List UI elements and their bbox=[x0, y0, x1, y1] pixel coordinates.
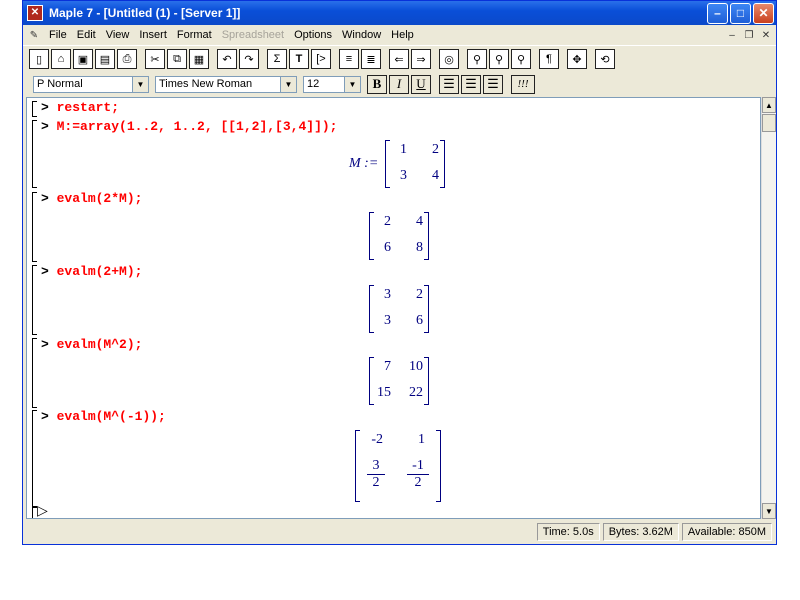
menu-insert[interactable]: Insert bbox=[134, 29, 172, 41]
menu-edit[interactable]: Edit bbox=[72, 29, 101, 41]
size-value: 12 bbox=[307, 78, 320, 90]
print-icon[interactable]: ⎙ bbox=[117, 49, 137, 69]
output-matrix: 1 2 3 4 bbox=[385, 140, 445, 188]
menu-window[interactable]: Window bbox=[337, 29, 386, 41]
doc-close-icon[interactable]: ✕ bbox=[759, 28, 773, 42]
font-value: Times New Roman bbox=[159, 78, 253, 90]
document-icon[interactable]: ✎ bbox=[27, 28, 41, 42]
output-matrix: -2 1 3 2 -1 2 bbox=[355, 430, 441, 502]
redo-icon[interactable]: ↷ bbox=[239, 49, 259, 69]
status-bytes: Bytes: 3.62M bbox=[602, 523, 679, 541]
group-bracket[interactable] bbox=[32, 338, 37, 408]
status-available: Available: 850M bbox=[681, 523, 772, 541]
indent-icon[interactable]: ≡ bbox=[339, 49, 359, 69]
menu-bar: ✎ File Edit View Insert Format Spreadshe… bbox=[23, 25, 776, 45]
input-line[interactable]: > restart; bbox=[41, 100, 119, 115]
status-time: Time: 5.0s bbox=[536, 523, 600, 541]
forward-icon[interactable]: ⇒ bbox=[411, 49, 431, 69]
exclaim-button[interactable]: !!! bbox=[511, 74, 535, 94]
output-matrix: 7 10 15 22 bbox=[369, 357, 429, 405]
bold-button[interactable]: B bbox=[367, 74, 387, 94]
text-cursor-icon: ▷ bbox=[37, 502, 48, 518]
status-bar: Time: 5.0s Bytes: 3.62M Available: 850M bbox=[23, 521, 776, 543]
menu-file[interactable]: File bbox=[44, 29, 72, 41]
close-button[interactable]: ✕ bbox=[753, 2, 774, 24]
size-select[interactable]: 12 ▼ bbox=[303, 75, 361, 93]
back-icon[interactable]: ⇐ bbox=[389, 49, 409, 69]
align-right-icon[interactable]: ☰ bbox=[483, 74, 503, 94]
group-bracket[interactable] bbox=[32, 120, 37, 188]
maple-logo-icon: ✕ bbox=[27, 5, 43, 21]
menu-format[interactable]: Format bbox=[172, 29, 217, 41]
pilcrow-icon[interactable]: ¶ bbox=[539, 49, 559, 69]
align-left-icon[interactable]: ☰ bbox=[439, 74, 459, 94]
group-bracket[interactable] bbox=[32, 192, 37, 262]
save-icon[interactable]: ▤ bbox=[95, 49, 115, 69]
outdent-icon[interactable]: ≣ bbox=[361, 49, 381, 69]
zoom-large-icon[interactable]: ⚲ bbox=[511, 49, 531, 69]
output-matrix: 3 2 3 6 bbox=[369, 285, 429, 333]
chevron-down-icon[interactable]: ▼ bbox=[280, 76, 296, 92]
text-icon[interactable]: T bbox=[289, 49, 309, 69]
input-line[interactable]: > M:=array(1..2, 1..2, [[1,2],[3,4]]); bbox=[41, 119, 337, 134]
input-line[interactable]: > evalm(2*M); bbox=[41, 191, 142, 206]
input-line[interactable]: > evalm(M^(-1)); bbox=[41, 409, 166, 424]
stop-icon[interactable]: ◎ bbox=[439, 49, 459, 69]
paste-icon[interactable]: ▦ bbox=[189, 49, 209, 69]
output-matrix: 2 4 6 8 bbox=[369, 212, 429, 260]
zoom-medium-icon[interactable]: ⚲ bbox=[489, 49, 509, 69]
group-bracket[interactable] bbox=[32, 410, 37, 508]
worksheet[interactable]: > restart; > M:=array(1..2, 1..2, [[1,2]… bbox=[26, 97, 761, 519]
input-line[interactable]: > evalm(2+M); bbox=[41, 264, 142, 279]
window-title: Maple 7 - [Untitled (1) - [Server 1]] bbox=[49, 6, 241, 20]
style-select[interactable]: P Normal ▼ bbox=[33, 75, 149, 93]
underline-button[interactable]: U bbox=[411, 74, 431, 94]
align-center-icon[interactable]: ☰ bbox=[461, 74, 481, 94]
maple-window: ✕ Maple 7 - [Untitled (1) - [Server 1]] … bbox=[22, 0, 777, 545]
scroll-down-icon[interactable]: ▼ bbox=[762, 503, 776, 519]
open-icon[interactable]: ⌂ bbox=[51, 49, 71, 69]
cut-icon[interactable]: ✂ bbox=[145, 49, 165, 69]
fraction: 3 2 bbox=[367, 458, 385, 491]
italic-button[interactable]: I bbox=[389, 74, 409, 94]
doc-minimize-icon[interactable]: – bbox=[725, 28, 739, 42]
new-icon[interactable]: ▯ bbox=[29, 49, 49, 69]
font-select[interactable]: Times New Roman ▼ bbox=[155, 75, 297, 93]
scroll-thumb[interactable] bbox=[762, 114, 776, 132]
assignment-lhs: M := bbox=[349, 156, 379, 171]
undo-icon[interactable]: ↶ bbox=[217, 49, 237, 69]
expand-icon[interactable]: ✥ bbox=[567, 49, 587, 69]
style-value: P Normal bbox=[37, 78, 83, 90]
sigma-icon[interactable]: Σ bbox=[267, 49, 287, 69]
doc-restore-icon[interactable]: ❐ bbox=[742, 28, 756, 42]
title-bar: ✕ Maple 7 - [Untitled (1) - [Server 1]] … bbox=[23, 1, 776, 25]
group-bracket[interactable] bbox=[32, 265, 37, 335]
main-toolbar: ▯ ⌂ ▣ ▤ ⎙ ✂ ⧉ ▦ ↶ ↷ Σ T [> ≡ ≣ ⇐ ⇒ ◎ ⚲ ⚲… bbox=[23, 45, 776, 72]
vertical-scrollbar[interactable]: ▲ ▼ bbox=[761, 97, 776, 519]
scroll-up-icon[interactable]: ▲ bbox=[762, 97, 776, 113]
minimize-button[interactable]: – bbox=[707, 2, 728, 24]
chevron-down-icon[interactable]: ▼ bbox=[132, 76, 148, 92]
maximize-button[interactable]: □ bbox=[730, 2, 751, 24]
group-bracket[interactable] bbox=[32, 101, 37, 117]
format-toolbar: P Normal ▼ Times New Roman ▼ 12 ▼ B I U … bbox=[23, 72, 776, 96]
menu-help[interactable]: Help bbox=[386, 29, 419, 41]
menu-view[interactable]: View bbox=[101, 29, 135, 41]
save-all-icon[interactable]: ▣ bbox=[73, 49, 93, 69]
menu-spreadsheet[interactable]: Spreadsheet bbox=[217, 29, 289, 41]
fraction: -1 2 bbox=[407, 458, 429, 491]
menu-options[interactable]: Options bbox=[289, 29, 337, 41]
copy-icon[interactable]: ⧉ bbox=[167, 49, 187, 69]
input-line[interactable]: > evalm(M^2); bbox=[41, 337, 142, 352]
restart-icon[interactable]: ⟲ bbox=[595, 49, 615, 69]
zoom-small-icon[interactable]: ⚲ bbox=[467, 49, 487, 69]
insert-prompt-icon[interactable]: [> bbox=[311, 49, 331, 69]
chevron-down-icon[interactable]: ▼ bbox=[344, 76, 360, 92]
